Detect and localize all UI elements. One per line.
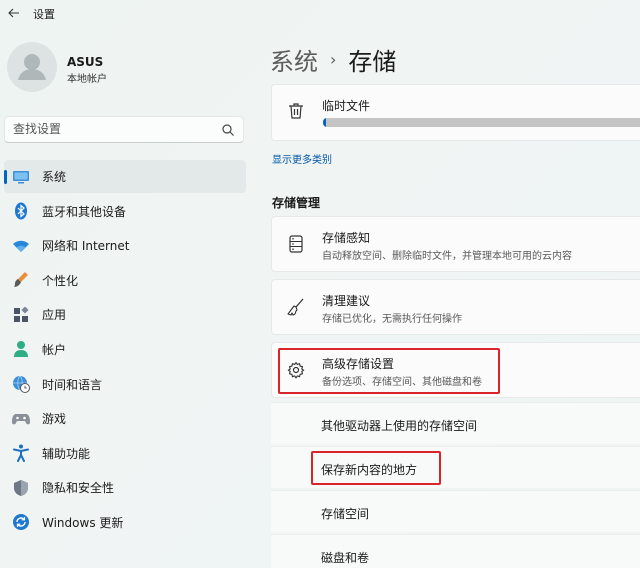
search-box[interactable] [4,116,244,143]
sidebar-item-label: 网络和 Internet [42,239,130,254]
globe-clock-icon [12,375,30,394]
apps-icon [12,306,30,324]
breadcrumb: 系统 › 存储 [270,42,396,77]
cleanup-recommendations-title: 清理建议 [322,294,371,308]
title-bar: 设置 [0,0,640,28]
search-input[interactable] [13,122,213,136]
person-icon [12,340,30,358]
person-silhouette-icon [18,54,46,80]
page-title: 存储 [348,48,397,76]
sidebar-item-time-language[interactable]: 时间和语言 [4,368,246,401]
account-type: 本地帐户 [67,74,107,85]
gamepad-icon [12,410,30,428]
sidebar-nav: 系统 蓝牙和其他设备 网络和 Internet 个性化 应用 帐户 时间和语言 … [4,160,246,541]
usage-bar-fill [323,118,327,127]
cleanup-recommendations-description: 存储已优化，无需执行任何操作 [322,314,462,325]
accessibility-icon [12,444,30,463]
sidebar-item-label: 隐私和安全性 [42,481,115,496]
advanced-storage-settings-card[interactable]: 高级存储设置 备份选项、存储空间、其他磁盘和卷 [271,342,640,398]
shield-icon [12,479,30,497]
sidebar-item-windows-update[interactable]: Windows 更新 [4,506,246,539]
storage-used-on-other-drives-row[interactable]: 其他驱动器上使用的存储空间 [271,402,640,444]
back-button[interactable] [4,4,24,22]
sidebar-item-accessibility[interactable]: 辅助功能 [4,437,246,470]
window-title: 设置 [33,8,55,21]
update-icon [12,513,30,531]
sidebar-item-label: 游戏 [42,412,67,427]
breadcrumb-parent[interactable]: 系统 [270,42,318,77]
storage-management-heading: 存储管理 [272,196,321,210]
sidebar-item-bluetooth[interactable]: 蓝牙和其他设备 [4,195,246,228]
brush-icon [12,271,30,289]
temp-files-label: 临时文件 [322,99,371,113]
search-icon[interactable] [221,123,235,137]
arrow-left-icon [8,8,19,18]
storage-sense-card[interactable]: 存储感知 自动释放空间、删除临时文件，并管理本地可用的云内容 [271,216,640,272]
sidebar-item-gaming[interactable]: 游戏 [4,402,246,435]
wifi-icon [12,237,30,255]
sub-row-label: 存储空间 [321,507,370,521]
sidebar-item-label: 蓝牙和其他设备 [42,204,127,219]
sidebar-item-privacy[interactable]: 隐私和安全性 [4,471,246,504]
sidebar-item-label: 辅助功能 [42,446,91,461]
advanced-storage-settings-description: 备份选项、存储空间、其他磁盘和卷 [322,377,482,388]
where-new-content-is-saved-row[interactable]: 保存新内容的地方 [271,446,640,488]
sidebar-item-label: 帐户 [42,342,67,357]
storage-spaces-row[interactable]: 存储空间 [271,490,640,532]
sidebar-item-network[interactable]: 网络和 Internet [4,229,246,262]
sidebar-item-system[interactable]: 系统 [4,160,246,193]
sub-row-label: 保存新内容的地方 [321,463,418,477]
bluetooth-icon [12,202,30,220]
user-name: ASUS [67,55,104,69]
temp-files-usage-bar [323,118,640,127]
storage-sense-title: 存储感知 [322,231,371,245]
monitor-icon [12,168,30,186]
sidebar-item-label: 应用 [42,308,67,323]
sub-row-label: 其他驱动器上使用的存储空间 [321,419,478,433]
sub-row-label: 磁盘和卷 [321,551,370,565]
avatar[interactable] [7,42,57,92]
temp-files-card[interactable]: 临时文件 [271,84,640,141]
gear-icon [286,360,306,380]
sidebar-item-apps[interactable]: 应用 [4,298,246,331]
storage-sense-description: 自动释放空间、删除临时文件，并管理本地可用的云内容 [322,251,572,262]
disks-and-volumes-row[interactable]: 磁盘和卷 [271,534,640,568]
breadcrumb-separator: › [330,50,337,69]
advanced-storage-settings-title: 高级存储设置 [322,357,395,371]
storage-drive-icon [286,234,306,254]
sidebar-item-accounts[interactable]: 帐户 [4,333,246,366]
show-more-categories-link[interactable]: 显示更多类别 [272,151,332,166]
sidebar-item-label: 时间和语言 [42,377,103,392]
trash-icon [288,102,304,124]
broom-icon [286,297,306,317]
sidebar-item-personalization[interactable]: 个性化 [4,264,246,297]
sidebar-item-label: 个性化 [42,273,79,288]
sidebar-item-label: Windows 更新 [42,515,124,530]
cleanup-recommendations-card[interactable]: 清理建议 存储已优化，无需执行任何操作 [271,279,640,335]
sidebar-item-label: 系统 [42,170,67,184]
